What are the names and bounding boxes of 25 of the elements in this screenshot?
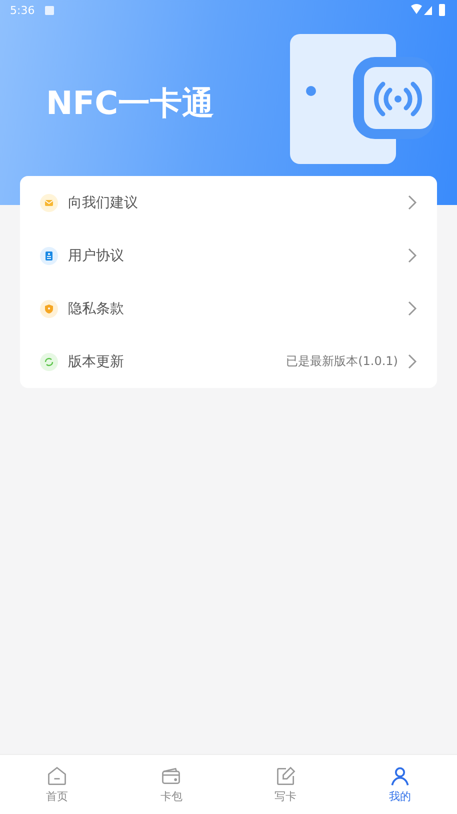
chevron-icon	[408, 195, 417, 210]
status-time: 5:36	[10, 4, 35, 16]
app-title: NFC一卡通	[46, 83, 214, 124]
home-icon	[46, 765, 68, 787]
refresh-icon	[40, 352, 58, 370]
status-icons-drawing	[411, 4, 447, 16]
chevron-icon	[408, 248, 417, 263]
document-icon	[40, 246, 58, 264]
version-text: 已是最新版本(1.0.1)	[286, 353, 398, 370]
wallet-icon	[160, 765, 182, 787]
menu-item[interactable]: 隐私条款	[20, 282, 437, 335]
shield-icon	[40, 300, 58, 318]
notification-icon	[44, 6, 54, 14]
menu-item[interactable]: 用户协议	[20, 229, 437, 282]
nav-tab[interactable]: 首页	[0, 755, 114, 814]
user-icon	[388, 765, 411, 787]
edit-icon	[274, 765, 297, 787]
nav-tab[interactable]: 卡包	[114, 755, 228, 814]
nav-tab[interactable]: 我的	[342, 755, 457, 814]
chevron-icon	[408, 354, 417, 369]
menu-item[interactable]: 向我们建议	[20, 176, 437, 229]
chevron-icon	[408, 301, 417, 316]
menu-item[interactable]: 版本更新 已是最新版本(1.0.1)	[20, 335, 437, 388]
nav-tab[interactable]: 写卡	[228, 755, 343, 814]
envelope-icon	[40, 194, 58, 212]
